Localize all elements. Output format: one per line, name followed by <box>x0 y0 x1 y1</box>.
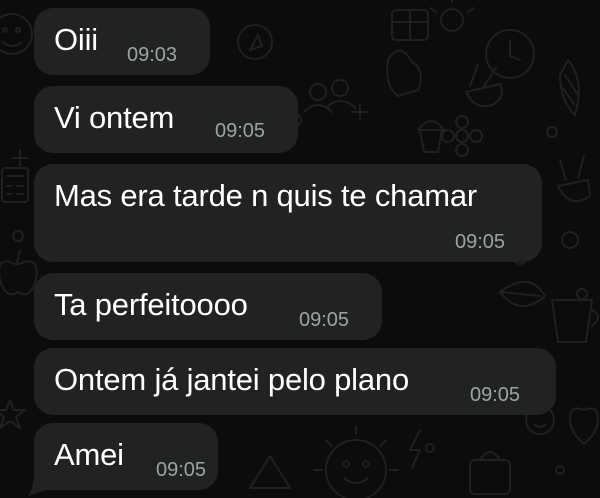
message-text: Amei <box>54 437 124 472</box>
message-timestamp: 09:05 <box>215 120 266 142</box>
message-bubble[interactable]: Ta perfeitoooo 09:05 <box>34 273 382 340</box>
message-timestamp: 09:05 <box>470 384 521 406</box>
message-text: Mas era tarde n quis te chamar <box>54 178 478 213</box>
message-bubble[interactable]: Vi ontem 09:05 <box>34 86 298 153</box>
message-bubble[interactable]: Oiii 09:03 <box>34 8 210 75</box>
message-timestamp: 09:05 <box>299 309 350 331</box>
message-list[interactable]: Oiii 09:03 Vi ontem 09:05 Mas era tarde … <box>0 0 600 498</box>
message-bubble[interactable]: Mas era tarde n quis te chamar 09:05 <box>34 164 542 262</box>
message-text: Ontem já jantei pelo plano <box>54 362 409 397</box>
message-bubble[interactable]: Ontem já jantei pelo plano 09:05 <box>34 348 556 415</box>
message-timestamp: 09:03 <box>127 44 178 66</box>
message-text: Ta perfeitoooo <box>54 287 248 322</box>
message-timestamp: 09:05 <box>455 231 506 253</box>
message-timestamp: 09:05 <box>156 459 207 481</box>
message-text: Vi ontem <box>54 100 175 135</box>
message-bubble[interactable]: Amei 09:05 <box>34 423 218 490</box>
message-text: Oiii <box>54 22 98 57</box>
bubble-tail <box>28 470 46 496</box>
